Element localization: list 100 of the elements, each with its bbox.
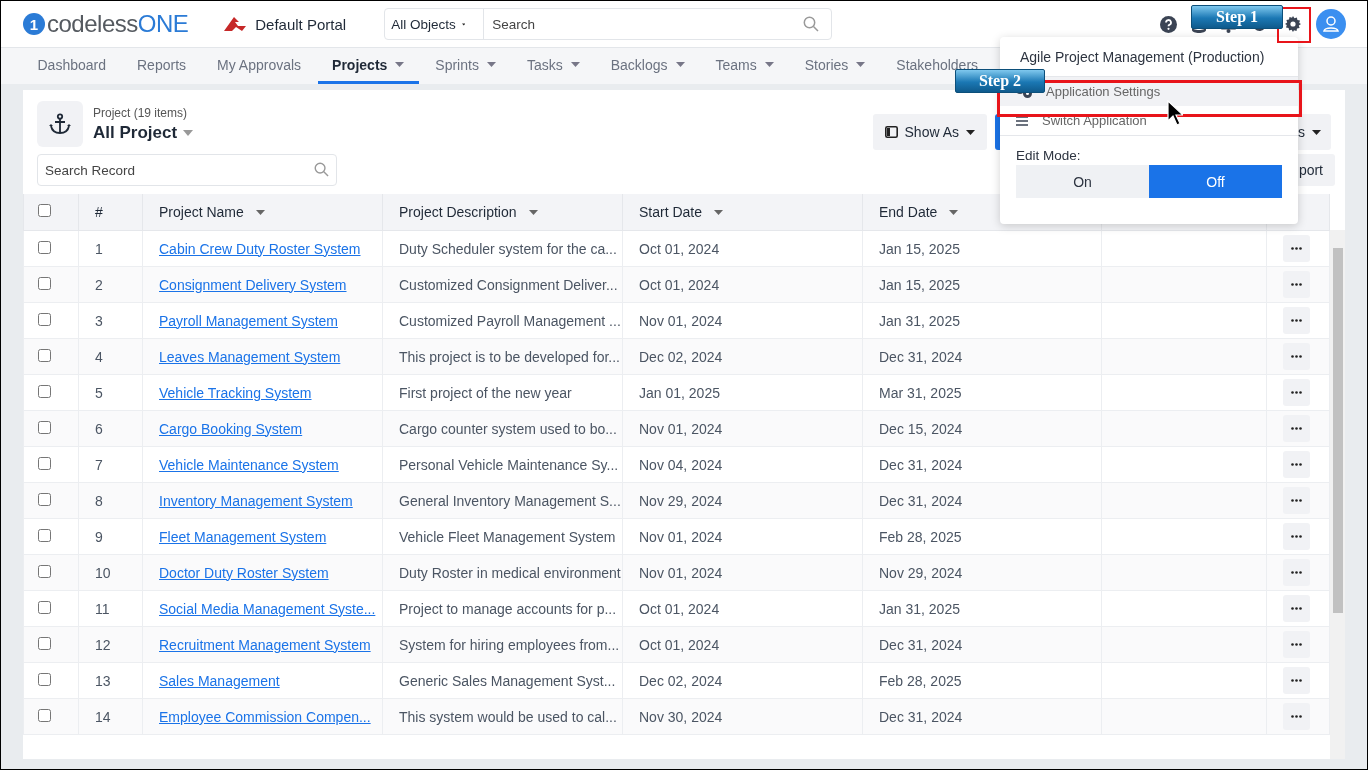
- more-button[interactable]: [1283, 235, 1310, 262]
- row-checkbox[interactable]: [38, 708, 51, 722]
- layout-icon: [884, 126, 898, 138]
- table-cell: 5: [78, 374, 143, 411]
- more-button[interactable]: [1283, 595, 1310, 622]
- table-cell: Nov 01, 2024: [622, 302, 863, 339]
- edit-mode-option[interactable]: On: [1016, 165, 1149, 198]
- more-button[interactable]: [1283, 631, 1310, 658]
- row-checkbox[interactable]: [38, 528, 51, 542]
- table-cell: Duty Roster in medical environment: [382, 554, 623, 591]
- table-cell: Dec 02, 2024: [622, 662, 863, 699]
- table-cell: 9: [78, 518, 143, 555]
- row-checkbox[interactable]: [38, 348, 51, 362]
- dots-icon: [1291, 607, 1302, 610]
- table-cell: Nov 29, 2024: [862, 554, 1102, 591]
- more-button[interactable]: [1283, 703, 1310, 730]
- help-icon[interactable]: [1160, 15, 1177, 33]
- table-cell: Vehicle Fleet Management System: [382, 518, 623, 555]
- table-cell: Customized Consignment Deliver...: [382, 266, 623, 303]
- table-cell: Personal Vehicle Maintenance Sy...: [382, 446, 623, 483]
- logo[interactable]: 1 codelessONE: [23, 10, 189, 38]
- table-cell: 12: [78, 626, 143, 663]
- row-checkbox[interactable]: [38, 384, 51, 398]
- dots-icon: [1291, 355, 1302, 358]
- table-cell: Dec 02, 2024: [622, 338, 863, 375]
- show-as-button[interactable]: Show As: [872, 114, 987, 150]
- more-button[interactable]: [1283, 307, 1310, 334]
- table-cell: This system would be used to cal...: [382, 698, 623, 735]
- view-selector[interactable]: All Project: [93, 122, 194, 143]
- app-title: Agile Project Management (Production): [1019, 48, 1266, 67]
- more-button[interactable]: [1283, 559, 1310, 586]
- more-button[interactable]: [1283, 379, 1310, 406]
- dots-icon: [1291, 499, 1302, 502]
- table-cell: Feb 28, 2025: [862, 662, 1102, 699]
- column-header[interactable]: Project Description: [382, 194, 623, 231]
- table-cell: Nov 04, 2024: [622, 446, 863, 483]
- edit-mode-label: Edit Mode:: [1015, 147, 1082, 165]
- caret-icon: [1312, 129, 1321, 135]
- table-cell: Oct 01, 2024: [622, 626, 863, 663]
- table-cell: Nov 30, 2024: [622, 698, 863, 735]
- avatar-icon[interactable]: [1316, 9, 1346, 39]
- nav-tab[interactable]: Projects: [317, 48, 419, 84]
- nav-tab[interactable]: Backlogs: [596, 48, 699, 84]
- row-checkbox[interactable]: [38, 456, 51, 470]
- nav-tab[interactable]: Stories: [790, 48, 880, 84]
- table-cell: Jan 31, 2025: [862, 302, 1102, 339]
- row-checkbox[interactable]: [38, 672, 51, 686]
- row-checkbox[interactable]: [38, 240, 51, 254]
- more-button[interactable]: [1283, 523, 1310, 550]
- table-cell: Jan 15, 2025: [862, 230, 1102, 267]
- row-checkbox[interactable]: [38, 492, 51, 506]
- more-button[interactable]: [1283, 451, 1310, 478]
- more-button[interactable]: [1283, 487, 1310, 514]
- table-cell: Customized Payroll Management ...: [382, 302, 623, 339]
- more-button[interactable]: [1283, 667, 1310, 694]
- logo-text: codelessONE: [47, 10, 189, 38]
- row-checkbox[interactable]: [38, 564, 51, 578]
- row-checkbox[interactable]: [38, 312, 51, 326]
- settings-icon[interactable]: [1285, 16, 1301, 32]
- row-checkbox[interactable]: [38, 276, 51, 290]
- search-icon: [314, 162, 329, 177]
- nav-tab[interactable]: Teams: [701, 48, 789, 84]
- anchor-icon: [49, 113, 71, 135]
- table-cell: 2: [78, 266, 143, 303]
- row-checkbox[interactable]: [38, 600, 51, 614]
- row-checkbox[interactable]: [38, 420, 51, 434]
- nav-tab[interactable]: Sprints: [420, 48, 511, 84]
- nav-tab[interactable]: Tasks: [512, 48, 595, 84]
- table-cell: Dec 31, 2024: [862, 698, 1102, 735]
- column-header[interactable]: Start Date: [622, 194, 863, 231]
- table-cell: Oct 01, 2024: [622, 230, 863, 267]
- more-button[interactable]: [1283, 415, 1310, 442]
- more-button[interactable]: [1283, 271, 1310, 298]
- nav-tab[interactable]: Reports: [122, 48, 201, 84]
- table-cell: Nov 01, 2024: [622, 410, 863, 447]
- table-cell: This project is to be developed for...: [382, 338, 623, 375]
- nav-tab[interactable]: Dashboard: [23, 48, 121, 84]
- dots-icon: [1291, 391, 1302, 394]
- search-record-field[interactable]: Search Record: [37, 154, 337, 186]
- portal-name[interactable]: Default Portal: [255, 15, 347, 33]
- edit-mode-option[interactable]: Off: [1149, 165, 1282, 198]
- logo-mark: 1: [23, 13, 45, 35]
- list-subtitle: Project (19 items): [93, 105, 189, 120]
- nav-tab[interactable]: My Approvals: [202, 48, 316, 84]
- more-button[interactable]: [1283, 343, 1310, 370]
- column-header[interactable]: #: [78, 194, 143, 231]
- column-header[interactable]: Project Name: [142, 194, 383, 231]
- select-all-checkbox[interactable]: [38, 204, 51, 217]
- table-cell: 13: [78, 662, 143, 699]
- row-checkbox[interactable]: [38, 636, 51, 650]
- table-cell: 11: [78, 590, 143, 627]
- caret-icon: [461, 21, 466, 27]
- table-cell: Nov 29, 2024: [622, 482, 863, 519]
- dots-icon: [1291, 283, 1302, 286]
- search-field[interactable]: All Objects Search: [384, 8, 833, 40]
- dots-icon: [1291, 679, 1302, 682]
- dots-icon: [1291, 643, 1302, 646]
- table-cell: 7: [78, 446, 143, 483]
- table-cell: Project to manage accounts for p...: [382, 590, 623, 627]
- scrollbar[interactable]: [1330, 230, 1345, 759]
